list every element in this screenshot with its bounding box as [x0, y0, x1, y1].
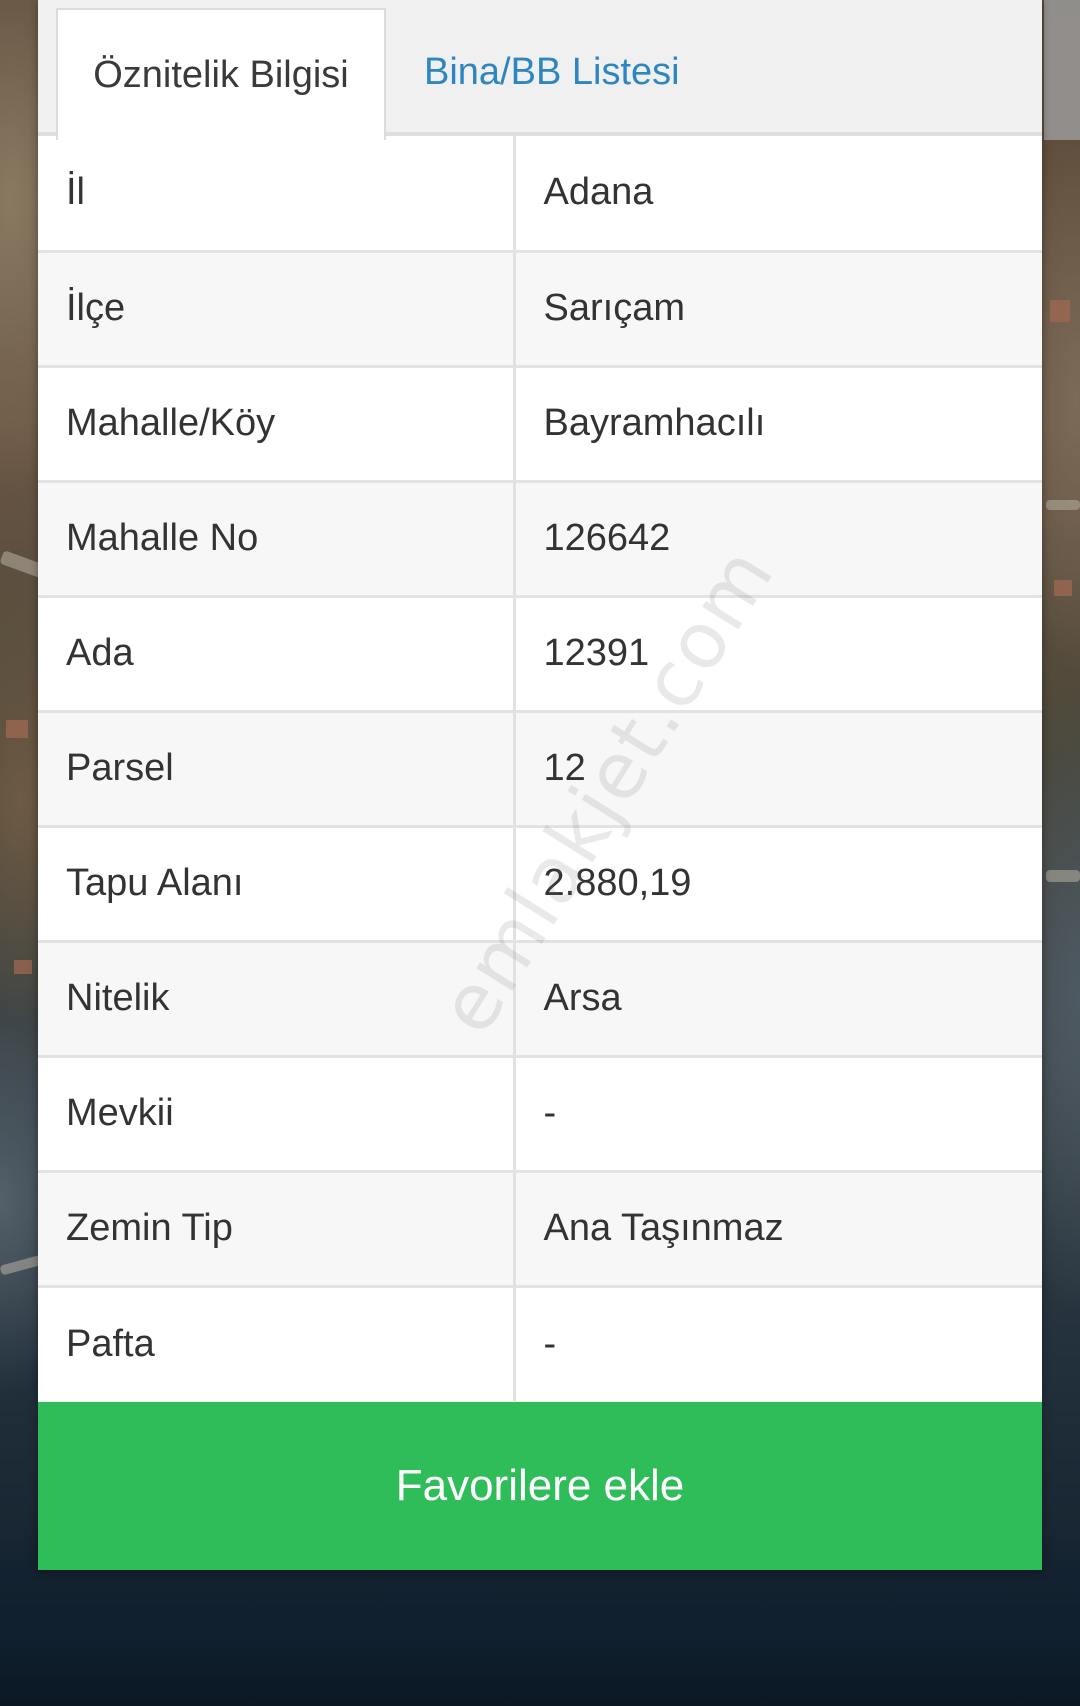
tab-oznitelik-bilgisi[interactable]: Öznitelik Bilgisi — [56, 8, 386, 140]
attribute-label: Zemin Tip — [38, 1169, 516, 1286]
table-row-nitelik: Nitelik Arsa — [38, 939, 1042, 1056]
attribute-table: İl Adana İlçe Sarıçam Mahalle/Köy Bayram… — [38, 136, 1042, 1401]
attribute-value: Ana Taşınmaz — [514, 1169, 1042, 1286]
attribute-value: 12391 — [514, 594, 1042, 711]
tab-bar: Öznitelik Bilgisi Bina/BB Listesi — [38, 0, 1042, 140]
table-row-il: İl Adana — [38, 136, 1042, 251]
map-scroll-strip — [1044, 0, 1080, 140]
table-row-mahalle-koy: Mahalle/Köy Bayramhacılı — [38, 364, 1042, 481]
attribute-value: - — [514, 1054, 1042, 1171]
table-row-pafta: Pafta - — [38, 1284, 1042, 1401]
table-row-mahalle-no: Mahalle No 126642 — [38, 479, 1042, 596]
attribute-label: Tapu Alanı — [38, 824, 516, 941]
attribute-label: Ada — [38, 594, 516, 711]
table-row-ada: Ada 12391 — [38, 594, 1042, 711]
attribute-value: Bayramhacılı — [514, 364, 1042, 481]
attribute-info-panel: Öznitelik Bilgisi Bina/BB Listesi İl Ada… — [38, 0, 1042, 1570]
attribute-value: Sarıçam — [514, 249, 1042, 366]
attribute-value: 2.880,19 — [514, 824, 1042, 941]
table-row-mevkii: Mevkii - — [38, 1054, 1042, 1171]
attribute-label: Parsel — [38, 709, 516, 826]
attribute-label: Mahalle No — [38, 479, 516, 596]
attribute-label: Pafta — [38, 1284, 516, 1401]
tab-bina-bb-listesi[interactable]: Bina/BB Listesi — [424, 8, 754, 136]
table-row-zemin-tip: Zemin Tip Ana Taşınmaz — [38, 1169, 1042, 1286]
attribute-label: İl — [38, 136, 516, 251]
table-row-tapu-alani: Tapu Alanı 2.880,19 — [38, 824, 1042, 941]
attribute-value: 12 — [514, 709, 1042, 826]
attribute-label: Nitelik — [38, 939, 516, 1056]
attribute-label: Mahalle/Köy — [38, 364, 516, 481]
attribute-value: - — [514, 1284, 1042, 1401]
attribute-label: İlçe — [38, 249, 516, 366]
attribute-value: 126642 — [514, 479, 1042, 596]
table-row-ilce: İlçe Sarıçam — [38, 249, 1042, 366]
attribute-value: Adana — [514, 136, 1042, 251]
attribute-label: Mevkii — [38, 1054, 516, 1171]
table-row-parsel: Parsel 12 — [38, 709, 1042, 826]
add-to-favorites-button[interactable]: Favorilere ekle — [38, 1402, 1042, 1570]
attribute-value: Arsa — [514, 939, 1042, 1056]
